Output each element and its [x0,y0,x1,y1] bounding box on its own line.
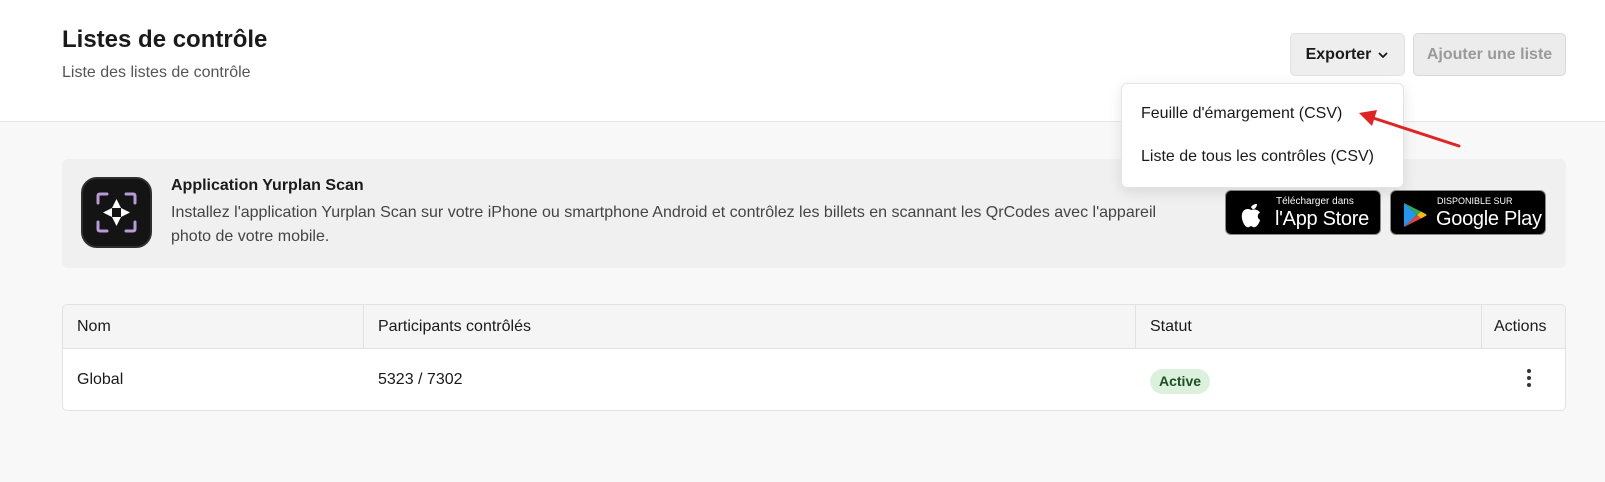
add-list-button-label: Ajouter une liste [1426,45,1553,63]
apple-logo-icon [1241,204,1260,228]
column-header-name: Nom [77,318,111,335]
google-play-big-text: Google Play [1436,208,1542,230]
column-divider [363,305,364,349]
row-actions-kebab-icon[interactable] [1523,367,1535,391]
control-lists-table: Nom Participants contrôlés Statut Action… [62,304,1566,411]
column-header-actions: Actions [1494,318,1547,335]
google-play-small-text: DISPONIBLE SUR [1437,196,1513,206]
yurplan-scan-app-icon [81,177,152,248]
column-divider [1481,305,1482,349]
google-play-logo-icon [1404,203,1427,227]
menu-item-attendance-sheet-csv[interactable]: Feuille d'émargement (CSV) [1141,105,1342,123]
export-button[interactable]: Exporter [1290,33,1405,76]
table-header-row: Nom Participants contrôlés Statut Action… [63,305,1565,349]
app-store-small-text: Télécharger dans [1276,196,1354,207]
app-store-big-text: l'App Store [1275,208,1369,230]
page-title: Listes de contrôle [62,26,268,53]
column-header-participants: Participants contrôlés [378,318,531,335]
banner-description: Installez l'application Yurplan Scan sur… [171,204,1157,245]
row-participants: 5323 / 7302 [378,371,463,388]
status-badge: Active [1150,369,1211,394]
row-name: Global [77,371,124,388]
menu-item-all-controls-csv[interactable]: Liste de tous les contrôles (CSV) [1141,148,1374,166]
app-store-badge[interactable]: Télécharger dans l'App Store [1225,190,1381,235]
page-subtitle: Liste des listes de contrôle [62,64,251,81]
export-button-label: Exporter [1305,45,1372,63]
annotation-arrow-icon [1359,110,1461,148]
banner-title: Application Yurplan Scan [171,177,364,194]
chevron-down-icon [1378,52,1388,58]
add-list-button[interactable]: Ajouter une liste [1413,33,1566,76]
column-divider [1135,305,1136,349]
google-play-badge[interactable]: DISPONIBLE SUR Google Play [1390,190,1546,235]
column-header-status: Statut [1150,318,1192,335]
